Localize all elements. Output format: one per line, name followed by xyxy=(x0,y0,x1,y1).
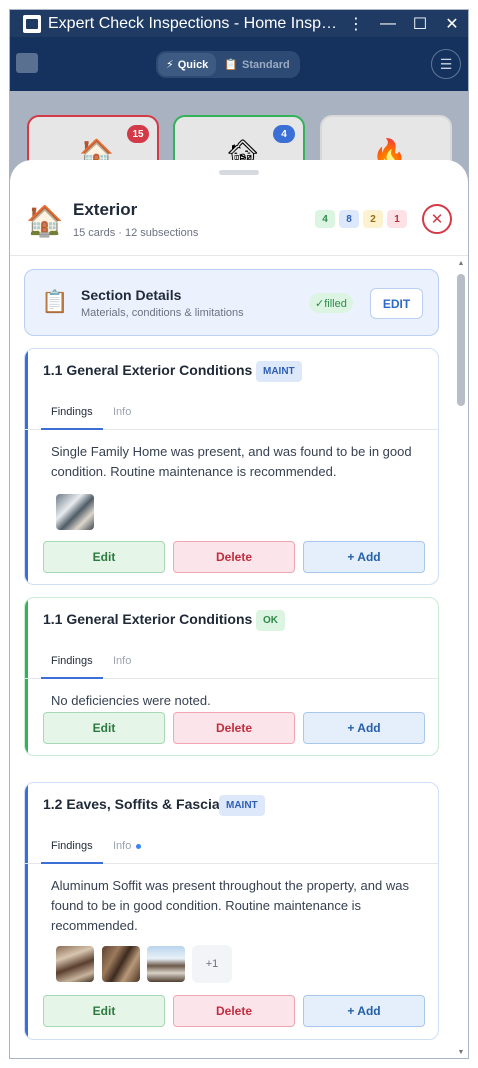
maximize-icon[interactable]: ☐ xyxy=(404,10,436,37)
card-tabs: Findings Info xyxy=(25,399,438,430)
edit-button[interactable]: Edit xyxy=(43,995,165,1027)
cards-scroll-area[interactable]: 📋 Section Details Materials, conditions … xyxy=(10,257,468,1058)
count-badge: 4 xyxy=(273,125,295,143)
scroll-up-arrow-icon[interactable]: ▲ xyxy=(457,260,465,267)
details-subtitle: Materials, conditions & limitations xyxy=(81,307,244,319)
minimize-icon[interactable]: — xyxy=(372,10,404,37)
finding-card: 1.1 General Exterior Conditions MAINT Fi… xyxy=(24,348,439,585)
more-photos-button[interactable]: +1 xyxy=(192,945,232,983)
card-actions: Edit Delete + Add xyxy=(43,995,425,1027)
add-button[interactable]: + Add xyxy=(303,541,425,573)
finding-photo-thumbnail[interactable] xyxy=(56,946,94,982)
finding-card: 1.2 Eaves, Soffits & Fascia MAINT Findin… xyxy=(24,782,439,1040)
section-subtitle: 15 cards · 12 subsections xyxy=(73,227,199,239)
scrollbar-thumb[interactable] xyxy=(457,274,465,406)
card-tabs: Findings Info xyxy=(25,648,438,679)
delete-button[interactable]: Delete xyxy=(173,712,295,744)
card-title: 1.1 General Exterior Conditions xyxy=(43,611,253,627)
active-tab-indicator xyxy=(41,677,103,679)
window-title: Expert Check Inspections - Home Insp… xyxy=(48,14,338,32)
card-tabs: Findings Info xyxy=(25,833,438,864)
mode-standard-label: Standard xyxy=(242,58,290,71)
scroll-down-arrow-icon[interactable]: ▼ xyxy=(457,1049,465,1056)
delete-button[interactable]: Delete xyxy=(173,995,295,1027)
close-icon[interactable]: ✕ xyxy=(436,10,468,37)
details-edit-button[interactable]: EDIT xyxy=(370,288,423,319)
card-title: 1.1 General Exterior Conditions xyxy=(43,362,253,378)
hamburger-menu-icon[interactable]: ☰ xyxy=(431,49,461,79)
count-ok-badge: 4 xyxy=(315,210,335,228)
finding-text: Aluminum Soffit was present throughout t… xyxy=(51,878,409,933)
lightning-icon: ⚡ xyxy=(166,59,174,71)
tab-info[interactable]: Info xyxy=(113,406,131,418)
tab-findings[interactable]: Findings xyxy=(51,840,93,852)
delete-button[interactable]: Delete xyxy=(173,541,295,573)
bottom-sheet: 🏠 Exterior 15 cards · 12 subsections 4 8… xyxy=(10,160,468,1058)
tab-findings[interactable]: Findings xyxy=(51,655,93,667)
status-counts: 4 8 2 1 xyxy=(315,210,407,228)
add-button[interactable]: + Add xyxy=(303,995,425,1027)
mode-quick-label: Quick xyxy=(177,58,209,71)
status-tag: MAINT xyxy=(256,361,302,382)
card-title: 1.2 Eaves, Soffits & Fascia xyxy=(43,796,220,812)
mode-standard-button[interactable]: 📋 Standard xyxy=(216,53,297,76)
status-tag: MAINT xyxy=(219,795,265,816)
clipboard-icon: 📋 xyxy=(41,289,69,314)
company-logo xyxy=(16,53,38,73)
add-button[interactable]: + Add xyxy=(303,712,425,744)
finding-photo-thumbnail[interactable] xyxy=(56,494,94,530)
card-actions: Edit Delete + Add xyxy=(43,541,425,573)
app-window: Expert Check Inspections - Home Insp… ⋮ … xyxy=(9,9,469,1059)
close-sheet-button[interactable]: ✕ xyxy=(422,204,452,234)
tab-info[interactable]: Info xyxy=(113,840,142,852)
section-details-card[interactable]: 📋 Section Details Materials, conditions … xyxy=(24,269,439,336)
mode-quick-button[interactable]: ⚡ Quick xyxy=(158,53,217,76)
count-defect-badge: 1 xyxy=(387,210,407,228)
count-badge: 15 xyxy=(127,125,149,143)
finding-photo-thumbnail[interactable] xyxy=(147,946,185,982)
card-actions: Edit Delete + Add xyxy=(43,712,425,744)
count-maint-badge: 8 xyxy=(339,210,359,228)
filled-status-badge: ✓filled xyxy=(309,293,353,313)
tab-findings[interactable]: Findings xyxy=(51,406,93,418)
section-title: Exterior xyxy=(73,200,138,219)
house-icon: 🏠 xyxy=(26,205,64,238)
status-tag: OK xyxy=(256,610,285,631)
tab-info-label: Info xyxy=(113,840,132,852)
section-header: 🏠 Exterior 15 cards · 12 subsections 4 8… xyxy=(10,188,468,256)
title-bar: Expert Check Inspections - Home Insp… ⋮ … xyxy=(10,10,468,37)
mode-toggle: ⚡ Quick 📋 Standard xyxy=(156,51,300,78)
edit-button[interactable]: Edit xyxy=(43,541,165,573)
card-accent-bar xyxy=(25,783,28,1039)
card-accent-bar xyxy=(25,349,28,584)
active-tab-indicator xyxy=(41,862,103,864)
drag-handle[interactable] xyxy=(219,170,259,175)
finding-photo-thumbnail[interactable] xyxy=(102,946,140,982)
active-tab-indicator xyxy=(41,428,103,430)
finding-text: No deficiencies were noted. xyxy=(51,693,211,708)
details-title: Section Details xyxy=(81,287,182,303)
finding-card: 1.1 General Exterior Conditions OK Findi… xyxy=(24,597,439,756)
clipboard-icon: 📋 xyxy=(224,59,239,71)
more-vert-icon[interactable]: ⋮ xyxy=(340,10,372,37)
app-header: ⚡ Quick 📋 Standard ☰ xyxy=(10,37,468,91)
vertical-scrollbar[interactable]: ▲ ▼ xyxy=(454,257,468,1058)
edit-button[interactable]: Edit xyxy=(43,712,165,744)
count-warning-badge: 2 xyxy=(363,210,383,228)
finding-text: Single Family Home was present, and was … xyxy=(51,444,412,479)
unread-dot-icon xyxy=(136,843,142,849)
tab-info[interactable]: Info xyxy=(113,655,131,667)
app-logo-icon xyxy=(23,14,41,33)
